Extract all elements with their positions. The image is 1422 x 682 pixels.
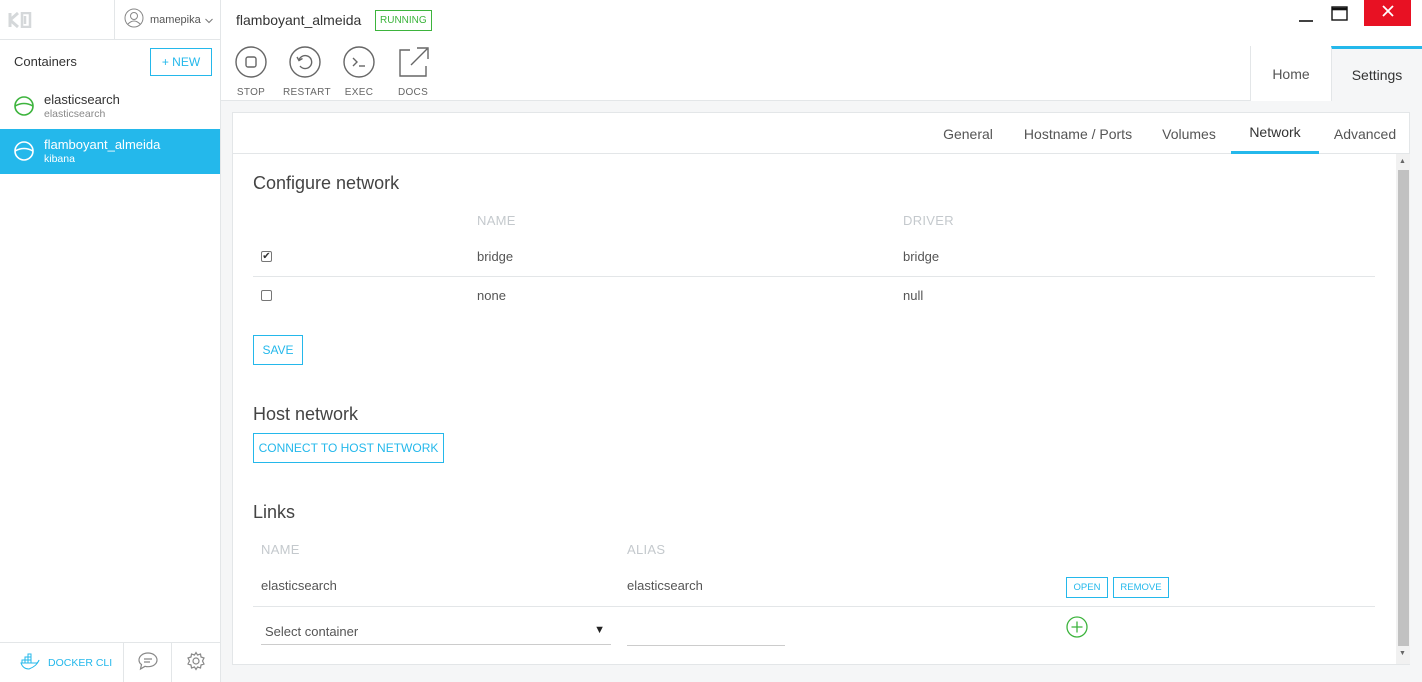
container-name: elasticsearch: [44, 92, 120, 107]
subtab-general[interactable]: General: [933, 113, 1003, 154]
kitematic-logo-icon: [8, 11, 32, 33]
user-avatar-icon: [124, 8, 144, 33]
restart-label: RESTART: [283, 87, 331, 98]
configure-network-title: Configure network: [253, 173, 400, 193]
links-title: Links: [253, 502, 296, 522]
terminal-icon: [343, 46, 375, 82]
containers-header: Containers + NEW: [0, 40, 220, 84]
docker-whale-icon: [20, 653, 40, 674]
connect-host-network-button[interactable]: CONNECT TO HOST NETWORK: [253, 433, 444, 463]
gear-icon: [186, 650, 206, 676]
container-image: kibana: [44, 153, 75, 165]
network-checkbox-bridge[interactable]: ✔: [261, 251, 272, 262]
subtab-advanced[interactable]: Advanced: [1327, 113, 1403, 154]
network-name-column-header: NAME: [477, 213, 516, 228]
docker-cli-label: DOCKER CLI: [48, 657, 113, 669]
feedback-button[interactable]: [124, 643, 172, 682]
link-alias-column-header: ALIAS: [627, 542, 666, 557]
docs-button[interactable]: DOCS: [391, 46, 435, 98]
exec-label: EXEC: [344, 87, 374, 98]
container-header: flamboyant_almeida RUNNING STOP RESTART: [221, 0, 1422, 101]
sidebar-top-bar: mamepika: [0, 0, 220, 40]
chevron-down-icon: [204, 11, 213, 29]
running-status-icon: [14, 141, 34, 166]
containers-title: Containers: [14, 54, 77, 69]
scroll-up-arrow-icon[interactable]: ▲: [1399, 158, 1406, 165]
new-container-button[interactable]: + NEW: [150, 48, 212, 76]
link-name-column-header: NAME: [261, 542, 300, 557]
network-driver: bridge: [903, 249, 940, 264]
subtab-volumes[interactable]: Volumes: [1153, 113, 1225, 154]
sidebar: mamepika Containers + NEW elasticsearch …: [0, 0, 221, 682]
subtab-network[interactable]: Network: [1231, 113, 1319, 154]
tab-settings[interactable]: Settings: [1331, 46, 1422, 101]
subtab-hostname-ports[interactable]: Hostname / Ports: [1013, 113, 1143, 154]
link-name: elasticsearch: [261, 578, 337, 593]
user-menu[interactable]: mamepika: [114, 0, 221, 40]
status-badge: RUNNING: [375, 10, 432, 31]
row-divider: [253, 276, 1375, 277]
scroll-down-arrow-icon[interactable]: ▼: [1399, 650, 1406, 657]
maximize-window-button[interactable]: [1329, 4, 1351, 28]
chat-bubble-icon: [137, 651, 159, 676]
open-link-button[interactable]: OPEN: [1066, 577, 1108, 598]
stop-icon: [235, 46, 267, 82]
network-name: none: [477, 288, 506, 303]
username: mamepika: [150, 14, 201, 26]
network-driver: null: [903, 288, 924, 303]
close-window-button[interactable]: [1364, 0, 1411, 26]
sidebar-footer: DOCKER CLI: [0, 642, 220, 682]
remove-link-button[interactable]: REMOVE: [1113, 577, 1169, 598]
minimize-icon: [1295, 15, 1317, 32]
network-driver-column-header: DRIVER: [903, 213, 954, 228]
row-divider: [253, 606, 1375, 607]
container-item-elasticsearch[interactable]: elasticsearch elasticsearch: [0, 84, 220, 129]
dropdown-arrow-icon: ▼: [594, 624, 605, 636]
scrollbar-thumb[interactable]: [1398, 170, 1409, 646]
container-image: elasticsearch: [44, 108, 106, 120]
maximize-icon: [1329, 6, 1351, 30]
select-container-dropdown[interactable]: Select container ▼: [261, 619, 611, 645]
settings-panel: General Hostname / Ports Volumes Network…: [232, 112, 1410, 665]
stop-label: STOP: [236, 87, 266, 98]
exec-button[interactable]: EXEC: [337, 46, 381, 98]
stop-button[interactable]: STOP: [229, 46, 273, 98]
save-network-button[interactable]: SAVE: [253, 335, 303, 365]
add-link-button[interactable]: [1066, 616, 1088, 643]
container-name: flamboyant_almeida: [44, 137, 161, 152]
alias-input[interactable]: [627, 619, 785, 646]
running-status-icon: [14, 96, 34, 121]
tab-home[interactable]: Home: [1250, 46, 1331, 101]
settings-subtabs: General Hostname / Ports Volumes Network…: [233, 113, 1409, 154]
plus-circle-icon: [1066, 616, 1088, 642]
select-container-value: Select container: [265, 624, 359, 639]
container-item-flamboyant-almeida[interactable]: flamboyant_almeida kibana: [0, 129, 220, 174]
link-alias: elasticsearch: [627, 578, 703, 593]
network-name: bridge: [477, 249, 514, 264]
docker-cli-button[interactable]: DOCKER CLI: [0, 643, 124, 682]
container-title: flamboyant_almeida: [236, 12, 362, 28]
close-icon: [1381, 4, 1394, 22]
restart-icon: [289, 46, 321, 82]
restart-button[interactable]: RESTART: [283, 46, 331, 98]
scrollbar[interactable]: ▲ ▼: [1396, 154, 1410, 664]
docs-label: DOCS: [397, 87, 429, 98]
network-checkbox-none[interactable]: [261, 290, 272, 301]
external-link-icon: [396, 47, 430, 82]
host-network-title: Host network: [253, 404, 359, 424]
minimize-window-button[interactable]: [1295, 4, 1317, 28]
preferences-button[interactable]: [172, 643, 220, 682]
